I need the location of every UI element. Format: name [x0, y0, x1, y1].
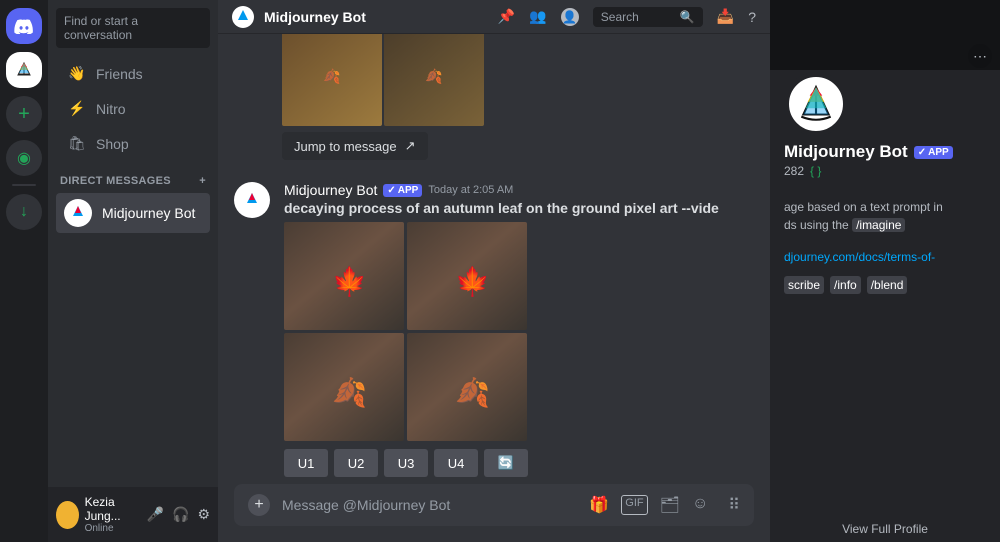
- dm-entry-midjourney[interactable]: Midjourney Bot: [56, 193, 210, 233]
- deafen-icon[interactable]: 🎧: [172, 506, 189, 523]
- app-badge-label: APP: [398, 185, 419, 196]
- app-badge: ✓ APP: [914, 146, 953, 159]
- dm-sidebar: Find or start a conversation 👋 Friends ⚡ N…: [48, 0, 218, 542]
- apps-icon[interactable]: ⠿: [728, 495, 740, 515]
- grid-image[interactable]: 🍁: [284, 222, 404, 330]
- image-grid[interactable]: 🍁 🍁 🍂 🍂: [284, 222, 527, 441]
- grid-image[interactable]: 🍂: [284, 333, 404, 441]
- dm-avatar: [64, 199, 92, 227]
- search-icon: 🔍: [680, 10, 695, 24]
- cmd-blend: /blend: [867, 276, 908, 294]
- message-avatar[interactable]: [234, 182, 270, 218]
- u4-button[interactable]: U4: [434, 449, 478, 477]
- user-avatar[interactable]: [56, 501, 79, 529]
- profile-panel: ⋯ Midjourney Bot✓ APP 282{ } age based o…: [770, 0, 1000, 542]
- header-avatar: [232, 6, 254, 28]
- external-icon: ↗: [405, 138, 416, 154]
- view-full-profile-button[interactable]: View Full Profile: [770, 522, 1000, 536]
- nav-shop[interactable]: 🛍 Shop: [56, 127, 210, 160]
- add-friends-icon[interactable]: 👥: [529, 8, 546, 25]
- profile-name: Midjourney Bot✓ APP: [784, 142, 986, 162]
- nav-friends[interactable]: 👋 Friends: [56, 57, 210, 90]
- prev-image[interactable]: 🍂: [384, 34, 484, 126]
- u3-button[interactable]: U3: [384, 449, 428, 477]
- download-apps-button[interactable]: ↓: [6, 194, 42, 230]
- cmd-scribe: scribe: [784, 276, 824, 294]
- message-author[interactable]: Midjourney Bot: [284, 182, 377, 198]
- nav-nitro-label: Nitro: [96, 101, 126, 117]
- upscale-row: U1 U2 U3 U4 🔄: [284, 449, 754, 477]
- profile-banner: [770, 0, 1000, 70]
- prev-image[interactable]: 🍂: [282, 34, 382, 126]
- shop-icon: 🛍: [68, 135, 86, 152]
- header-title: Midjourney Bot: [264, 9, 488, 25]
- grid-image[interactable]: 🍂: [407, 333, 527, 441]
- mute-mic-icon[interactable]: 🎤: [147, 506, 164, 523]
- grid-image[interactable]: 🍁: [407, 222, 527, 330]
- reroll-button[interactable]: 🔄: [484, 449, 528, 477]
- cmd-imagine: /imagine: [852, 218, 905, 232]
- gift-icon[interactable]: 🎁: [589, 495, 609, 515]
- user-panel: Kezia Jung...Online 🎤 🎧 ⚙: [48, 487, 218, 542]
- docs-link[interactable]: djourney.com/docs/terms-of-: [784, 250, 935, 264]
- dm-heading: DIRECT MESSAGES +: [48, 161, 218, 191]
- user-name: Kezia Jung...: [85, 495, 141, 523]
- profile-description: age based on a text prompt in ds using t…: [784, 198, 986, 294]
- profile-avatar[interactable]: [784, 72, 848, 136]
- find-conversation-input[interactable]: Find or start a conversation: [56, 8, 210, 48]
- pin-icon[interactable]: 📌: [498, 8, 515, 25]
- server-midjourney[interactable]: [6, 52, 42, 88]
- app-badge: ✓ APP: [383, 184, 422, 197]
- user-status: Online: [85, 523, 141, 534]
- friends-icon: 👋: [68, 65, 86, 82]
- search-input[interactable]: Search 🔍: [593, 7, 703, 27]
- message-timestamp: Today at 2:05 AM: [428, 184, 513, 196]
- dev-badge-icon: { }: [810, 164, 821, 178]
- prev-attachment-grid: 🍂 🍂: [282, 34, 754, 126]
- dm-entry-label: Midjourney Bot: [102, 205, 195, 221]
- composer-placeholder: Message @Midjourney Bot: [282, 497, 577, 513]
- gif-icon[interactable]: GIF: [621, 495, 647, 515]
- add-server-button[interactable]: +: [6, 96, 42, 132]
- server-list: + ◉ ↓: [0, 0, 48, 542]
- nav-nitro[interactable]: ⚡ Nitro: [56, 92, 210, 125]
- attach-button[interactable]: +: [248, 494, 270, 516]
- nav-shop-label: Shop: [96, 136, 129, 152]
- user-settings-icon[interactable]: ⚙: [197, 506, 210, 523]
- discord-home-button[interactable]: [6, 8, 42, 44]
- message-text: decaying process of an autumn leaf on th…: [284, 200, 754, 216]
- search-placeholder: Search: [601, 10, 639, 24]
- message: Midjourney Bot ✓ APP Today at 2:05 AM de…: [234, 182, 754, 484]
- emoji-picker-icon[interactable]: ☺: [692, 495, 708, 515]
- dm-heading-label: DIRECT MESSAGES: [60, 175, 171, 187]
- jump-label: Jump to message: [294, 139, 397, 154]
- help-icon[interactable]: ?: [748, 9, 756, 25]
- profile-discriminator: 282{ }: [784, 164, 986, 178]
- nitro-icon: ⚡: [68, 100, 86, 117]
- discover-button[interactable]: ◉: [6, 140, 42, 176]
- user-info[interactable]: Kezia Jung...Online: [85, 495, 141, 534]
- create-dm-icon[interactable]: +: [199, 175, 206, 187]
- profile-more-button[interactable]: ⋯: [968, 44, 992, 68]
- inbox-icon[interactable]: 📥: [717, 8, 734, 25]
- jump-to-message-button[interactable]: Jump to message ↗: [282, 132, 428, 160]
- divider: [12, 184, 36, 186]
- u1-button[interactable]: U1: [284, 449, 328, 477]
- main-column: Midjourney Bot 📌 👥 👤 Search 🔍 📥 ? 🍂 🍂 Jum…: [218, 0, 770, 542]
- nav-friends-label: Friends: [96, 66, 143, 82]
- u2-button[interactable]: U2: [334, 449, 378, 477]
- profile-icon[interactable]: 👤: [561, 8, 579, 26]
- cmd-info: /info: [830, 276, 861, 294]
- chat-area: 🍂 🍂 Jump to message ↗ Midjourney Bot ✓ AP…: [218, 34, 770, 484]
- sticker-icon[interactable]: 🗂: [660, 495, 680, 515]
- channel-header: Midjourney Bot 📌 👥 👤 Search 🔍 📥 ?: [218, 0, 770, 34]
- message-composer[interactable]: + Message @Midjourney Bot 🎁 GIF 🗂 ☺ ⠿: [234, 484, 754, 526]
